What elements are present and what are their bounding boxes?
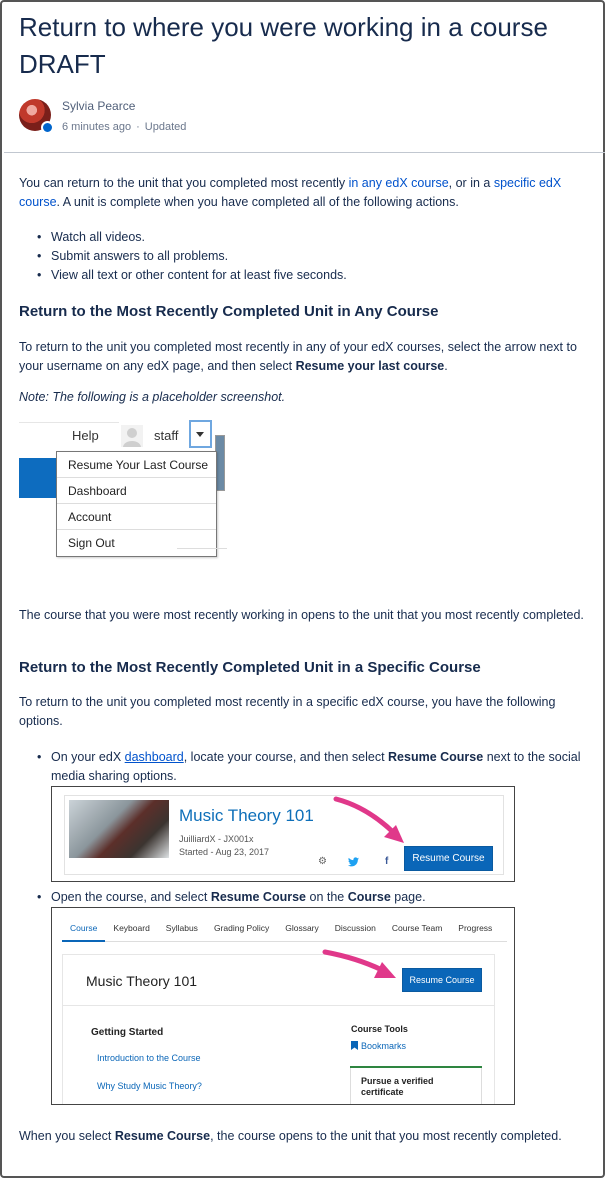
verified-certificate-box: Pursue a verified certificate bbox=[350, 1068, 482, 1104]
page-frame: Return to where you were working in a co… bbox=[0, 0, 605, 1178]
course-start-date: Started - Aug 23, 2017 bbox=[179, 847, 270, 857]
section2-paragraph: To return to the unit you completed most… bbox=[19, 695, 556, 728]
closing-text: When you select bbox=[19, 1129, 115, 1143]
tab-glossary[interactable]: Glossary bbox=[277, 916, 327, 942]
section-heading-any-course: Return to the Most Recently Completed Un… bbox=[19, 303, 439, 320]
pointer-arrow-icon bbox=[322, 949, 396, 978]
resume-course-term: Resume Course bbox=[388, 750, 484, 764]
avatar[interactable] bbox=[19, 99, 54, 134]
user-menu-screenshot: Help staff Resume Your Last Course Dashb… bbox=[19, 420, 229, 557]
intro-text-mid: , or in a bbox=[448, 176, 494, 190]
tab-course[interactable]: Course bbox=[62, 916, 106, 942]
header-divider bbox=[4, 152, 605, 153]
list-item: Watch all videos. bbox=[37, 228, 587, 247]
page-line bbox=[177, 548, 227, 549]
username-label[interactable]: staff bbox=[154, 428, 178, 443]
user-menu-toggle-button[interactable] bbox=[189, 420, 212, 448]
resume-course-button[interactable]: Resume Course bbox=[404, 846, 493, 871]
bookmark-icon bbox=[351, 1041, 358, 1050]
course-page-term: Course bbox=[347, 890, 391, 904]
course-outline-panel: Music Theory 101 Resume Course Getting S… bbox=[62, 954, 495, 1104]
closing-paragraph: When you select Resume Course, the cours… bbox=[19, 1127, 589, 1146]
option1-text-mid: , locate your course, and then select bbox=[183, 750, 389, 764]
course-page-screenshot: Course Keyboard Syllabus Grading Policy … bbox=[51, 907, 515, 1105]
completion-list: Watch all videos. Submit answers to all … bbox=[37, 228, 587, 285]
placeholder-note: Note: The following is a placeholder scr… bbox=[19, 390, 286, 404]
course-title[interactable]: Music Theory 101 bbox=[179, 806, 314, 826]
closing-text-end: , the course opens to the unit that you … bbox=[210, 1129, 562, 1143]
user-dropdown-menu: Resume Your Last Course Dashboard Accoun… bbox=[56, 451, 217, 557]
intro-text: You can return to the unit that you comp… bbox=[19, 176, 349, 190]
resume-course-button[interactable]: Resume Course bbox=[402, 968, 482, 992]
after-menu-paragraph: The course that you were most recently w… bbox=[19, 608, 584, 622]
section1-paragraph: To return to the unit you completed most… bbox=[19, 338, 589, 376]
tab-grading-policy[interactable]: Grading Policy bbox=[206, 916, 277, 942]
dashboard-card-screenshot: Music Theory 101 JuilliardX - JX001x Sta… bbox=[51, 786, 515, 882]
menu-item-sign-out[interactable]: Sign Out bbox=[57, 530, 216, 556]
author-byline: Sylvia Pearce 6 minutes ago · Updated bbox=[19, 99, 186, 134]
options-list-1: On your edX dashboard, locate your cours… bbox=[37, 748, 587, 786]
status-label: Updated bbox=[144, 121, 187, 133]
options-list-2: Open the course, and select Resume Cours… bbox=[37, 888, 587, 907]
subsection-link[interactable]: Why Study Music Theory? bbox=[97, 1081, 202, 1091]
menu-item-account[interactable]: Account bbox=[57, 504, 216, 530]
intro-paragraph: You can return to the unit that you comp… bbox=[19, 174, 589, 212]
tab-discussion[interactable]: Discussion bbox=[327, 916, 384, 942]
course-card: Music Theory 101 JuilliardX - JX001x Sta… bbox=[64, 795, 504, 875]
option1-text: On your edX bbox=[51, 750, 125, 764]
resume-course-term-2: Resume Course bbox=[210, 890, 307, 904]
list-item: On your edX dashboard, locate your cours… bbox=[37, 748, 587, 786]
section-title-getting-started[interactable]: Getting Started bbox=[91, 1027, 163, 1038]
header-divider bbox=[63, 1005, 494, 1006]
page-title: Return to where you were working in a co… bbox=[19, 12, 548, 79]
meta-separator: · bbox=[136, 121, 140, 133]
subsection-link[interactable]: Introduction to the Course bbox=[97, 1053, 201, 1063]
any-course-link[interactable]: in any edX course bbox=[349, 176, 449, 190]
dashboard-link[interactable]: dashboard bbox=[125, 750, 184, 764]
presence-badge-icon bbox=[41, 121, 54, 134]
course-page-title: Music Theory 101 bbox=[86, 973, 198, 989]
course-tools-heading: Course Tools bbox=[351, 1024, 408, 1034]
edit-time[interactable]: 6 minutes ago bbox=[62, 121, 131, 133]
help-link[interactable]: Help bbox=[72, 428, 99, 443]
bookmarks-label: Bookmarks bbox=[361, 1041, 407, 1051]
user-icon bbox=[121, 425, 143, 447]
facebook-icon[interactable]: f bbox=[385, 856, 388, 867]
section-heading-specific-course: Return to the Most Recently Completed Un… bbox=[19, 659, 481, 676]
tab-progress[interactable]: Progress bbox=[450, 916, 500, 942]
course-tabs: Course Keyboard Syllabus Grading Policy … bbox=[62, 916, 507, 942]
header-line bbox=[19, 422, 119, 423]
resume-course-term-3: Resume Course bbox=[114, 1129, 211, 1143]
option2-text: Open the course, and select bbox=[51, 890, 211, 904]
gear-icon[interactable]: ⚙ bbox=[318, 856, 327, 867]
resume-last-course-term: Resume your last course bbox=[295, 359, 445, 373]
list-item: Submit answers to all problems. bbox=[37, 247, 587, 266]
section1-text-end: . bbox=[444, 359, 448, 373]
tab-syllabus[interactable]: Syllabus bbox=[158, 916, 206, 942]
twitter-icon[interactable] bbox=[348, 857, 359, 867]
tab-keyboard[interactable]: Keyboard bbox=[105, 916, 157, 942]
intro-text-end: . A unit is complete when you have compl… bbox=[56, 195, 459, 209]
course-id: JuilliardX - JX001x bbox=[179, 834, 254, 844]
tab-course-team[interactable]: Course Team bbox=[384, 916, 450, 942]
author-name[interactable]: Sylvia Pearce bbox=[62, 99, 186, 114]
verified-certificate-text[interactable]: Pursue a verified certificate bbox=[361, 1076, 476, 1098]
option2-text-mid: on the bbox=[306, 890, 348, 904]
course-thumbnail bbox=[69, 800, 169, 858]
menu-item-dashboard[interactable]: Dashboard bbox=[57, 478, 216, 504]
list-item: View all text or other content for at le… bbox=[37, 266, 587, 285]
bookmarks-link[interactable]: Bookmarks bbox=[351, 1041, 406, 1051]
option2-text-end: page. bbox=[390, 890, 426, 904]
pointer-arrow-icon bbox=[333, 796, 404, 843]
list-item: Open the course, and select Resume Cours… bbox=[37, 888, 587, 907]
menu-item-resume-last-course[interactable]: Resume Your Last Course bbox=[57, 452, 216, 478]
